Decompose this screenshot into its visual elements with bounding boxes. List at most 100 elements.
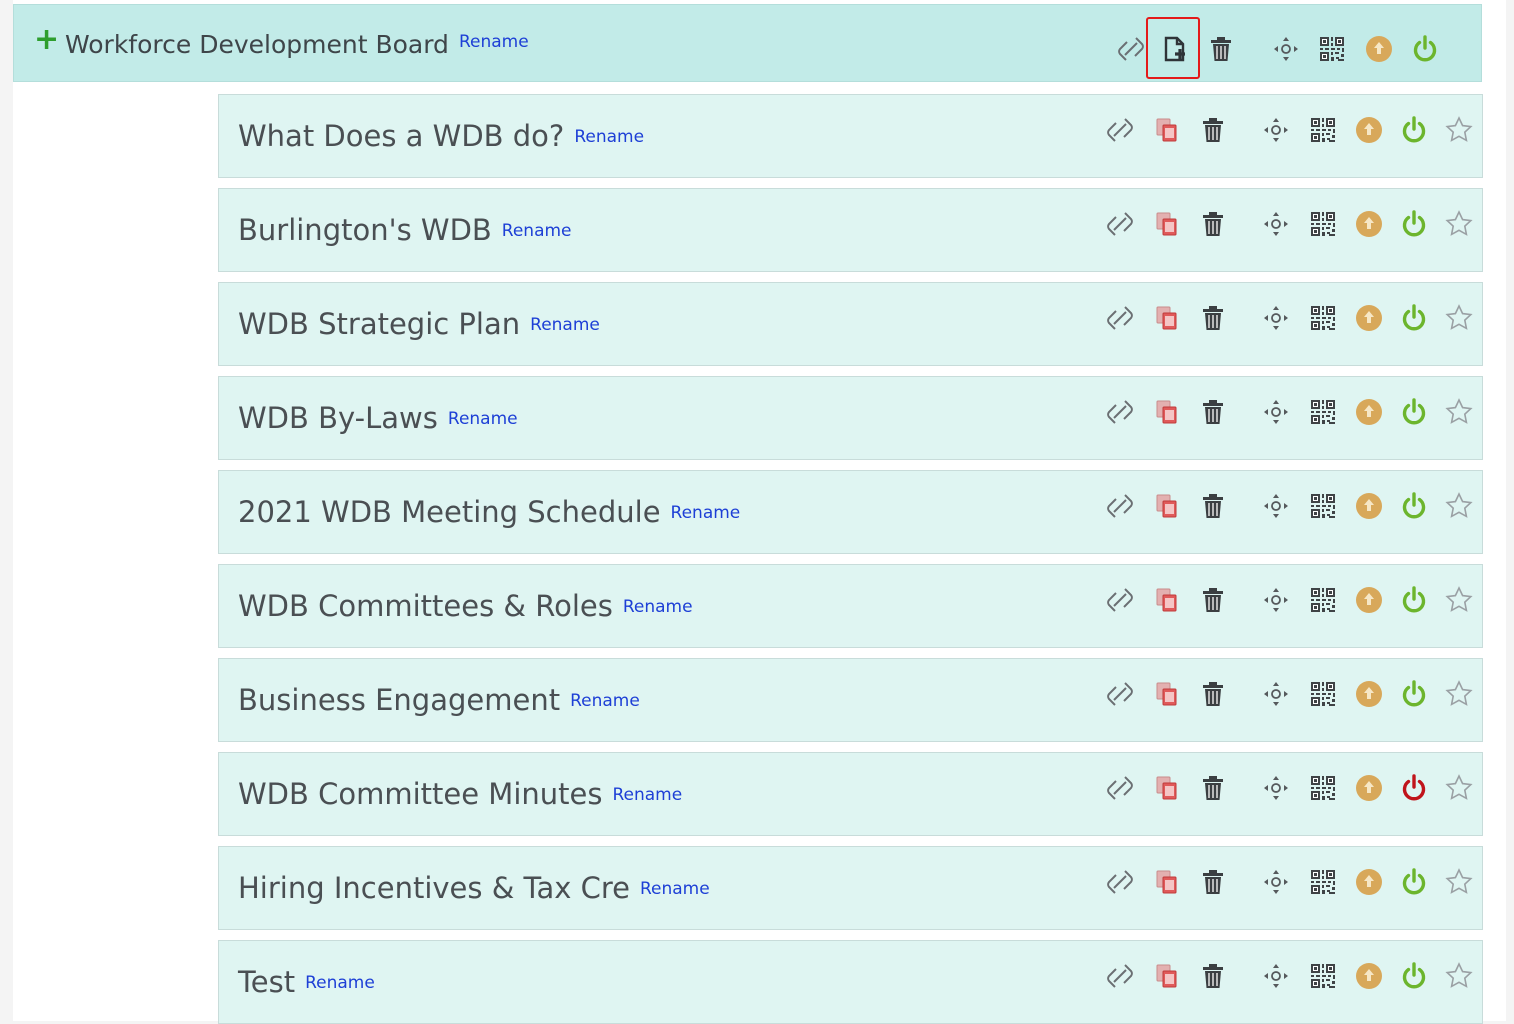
star-icon[interactable]: [1444, 773, 1474, 807]
qr-code-icon[interactable]: [1308, 115, 1338, 149]
move-icon[interactable]: [1261, 303, 1291, 337]
move-up-icon[interactable]: [1354, 679, 1384, 713]
qr-code-icon[interactable]: [1308, 679, 1338, 713]
copy-icon[interactable]: [1152, 209, 1182, 243]
copy-icon[interactable]: [1152, 867, 1182, 901]
subpage-row: Test Rename: [218, 940, 1483, 1024]
qr-code-icon[interactable]: [1308, 773, 1338, 807]
qr-code-icon[interactable]: [1308, 397, 1338, 431]
trash-icon[interactable]: [1198, 491, 1228, 525]
copy-icon[interactable]: [1152, 961, 1182, 995]
trash-icon[interactable]: [1198, 209, 1228, 243]
subpage-row: WDB Strategic Plan Rename: [218, 282, 1483, 366]
trash-icon[interactable]: [1198, 585, 1228, 619]
link-icon[interactable]: [1105, 397, 1135, 431]
qr-code-icon[interactable]: [1308, 491, 1338, 525]
move-icon[interactable]: [1261, 585, 1291, 619]
subpage-row: WDB By-Laws Rename: [218, 376, 1483, 460]
move-icon[interactable]: [1261, 397, 1291, 431]
star-icon[interactable]: [1444, 961, 1474, 995]
move-up-icon[interactable]: [1354, 491, 1384, 525]
star-icon[interactable]: [1444, 303, 1474, 337]
move-up-icon[interactable]: [1354, 115, 1384, 149]
subpage-row: Burlington's WDB Rename: [218, 188, 1483, 272]
link-icon[interactable]: [1105, 491, 1135, 525]
copy-icon[interactable]: [1152, 115, 1182, 149]
power-icon[interactable]: [1399, 679, 1429, 713]
move-icon[interactable]: [1271, 34, 1301, 68]
star-icon[interactable]: [1444, 679, 1474, 713]
star-icon[interactable]: [1444, 491, 1474, 525]
subpage-row: What Does a WDB do? Rename: [218, 94, 1483, 178]
trash-icon[interactable]: [1198, 115, 1228, 149]
link-icon[interactable]: [1105, 961, 1135, 995]
copy-icon[interactable]: [1152, 773, 1182, 807]
power-icon[interactable]: [1399, 209, 1429, 243]
move-icon[interactable]: [1261, 491, 1291, 525]
row-icon-toolbar: [219, 283, 1482, 365]
subpage-row: 2021 WDB Meeting Schedule Rename: [218, 470, 1483, 554]
link-icon[interactable]: [1105, 867, 1135, 901]
power-icon[interactable]: [1399, 773, 1429, 807]
star-icon[interactable]: [1444, 867, 1474, 901]
subpage-row: Hiring Incentives & Tax Cre Rename: [218, 846, 1483, 930]
link-icon[interactable]: [1116, 34, 1146, 68]
link-icon[interactable]: [1105, 585, 1135, 619]
trash-icon[interactable]: [1198, 679, 1228, 713]
qr-code-icon[interactable]: [1308, 209, 1338, 243]
link-icon[interactable]: [1105, 303, 1135, 337]
move-icon[interactable]: [1261, 209, 1291, 243]
move-icon[interactable]: [1261, 961, 1291, 995]
move-up-icon[interactable]: [1354, 867, 1384, 901]
trash-icon[interactable]: [1198, 303, 1228, 337]
move-icon[interactable]: [1261, 773, 1291, 807]
star-icon[interactable]: [1444, 397, 1474, 431]
link-icon[interactable]: [1105, 115, 1135, 149]
move-icon[interactable]: [1261, 115, 1291, 149]
copy-icon[interactable]: [1152, 397, 1182, 431]
trash-icon[interactable]: [1198, 867, 1228, 901]
power-icon[interactable]: [1399, 491, 1429, 525]
qr-code-icon[interactable]: [1317, 34, 1347, 68]
star-icon[interactable]: [1444, 209, 1474, 243]
qr-code-icon[interactable]: [1308, 303, 1338, 337]
qr-code-icon[interactable]: [1308, 585, 1338, 619]
subpage-row: Business Engagement Rename: [218, 658, 1483, 742]
move-up-icon[interactable]: [1354, 961, 1384, 995]
link-icon[interactable]: [1105, 773, 1135, 807]
move-up-icon[interactable]: [1364, 34, 1394, 68]
row-icon-toolbar: [219, 471, 1482, 553]
power-icon[interactable]: [1399, 961, 1429, 995]
power-icon[interactable]: [1399, 867, 1429, 901]
move-up-icon[interactable]: [1354, 773, 1384, 807]
power-icon[interactable]: [1399, 585, 1429, 619]
qr-code-icon[interactable]: [1308, 867, 1338, 901]
copy-icon[interactable]: [1152, 491, 1182, 525]
copy-icon[interactable]: [1152, 585, 1182, 619]
move-up-icon[interactable]: [1354, 397, 1384, 431]
qr-code-icon[interactable]: [1308, 961, 1338, 995]
link-icon[interactable]: [1105, 679, 1135, 713]
star-icon[interactable]: [1444, 585, 1474, 619]
trash-icon[interactable]: [1198, 397, 1228, 431]
subpage-row: WDB Committee Minutes Rename: [218, 752, 1483, 836]
power-icon[interactable]: [1399, 303, 1429, 337]
trash-icon[interactable]: [1198, 961, 1228, 995]
move-up-icon[interactable]: [1354, 303, 1384, 337]
move-icon[interactable]: [1261, 679, 1291, 713]
star-icon[interactable]: [1444, 115, 1474, 149]
trash-icon[interactable]: [1206, 34, 1236, 68]
power-icon[interactable]: [1399, 115, 1429, 149]
copy-icon[interactable]: [1152, 679, 1182, 713]
power-icon[interactable]: [1410, 34, 1440, 68]
copy-icon[interactable]: [1152, 303, 1182, 337]
row-icon-toolbar: [219, 189, 1482, 271]
move-icon[interactable]: [1261, 867, 1291, 901]
power-icon[interactable]: [1399, 397, 1429, 431]
row-icon-toolbar: [219, 95, 1482, 177]
trash-icon[interactable]: [1198, 773, 1228, 807]
move-up-icon[interactable]: [1354, 209, 1384, 243]
move-up-icon[interactable]: [1354, 585, 1384, 619]
link-icon[interactable]: [1105, 209, 1135, 243]
header-icon-toolbar: [14, 5, 1481, 81]
